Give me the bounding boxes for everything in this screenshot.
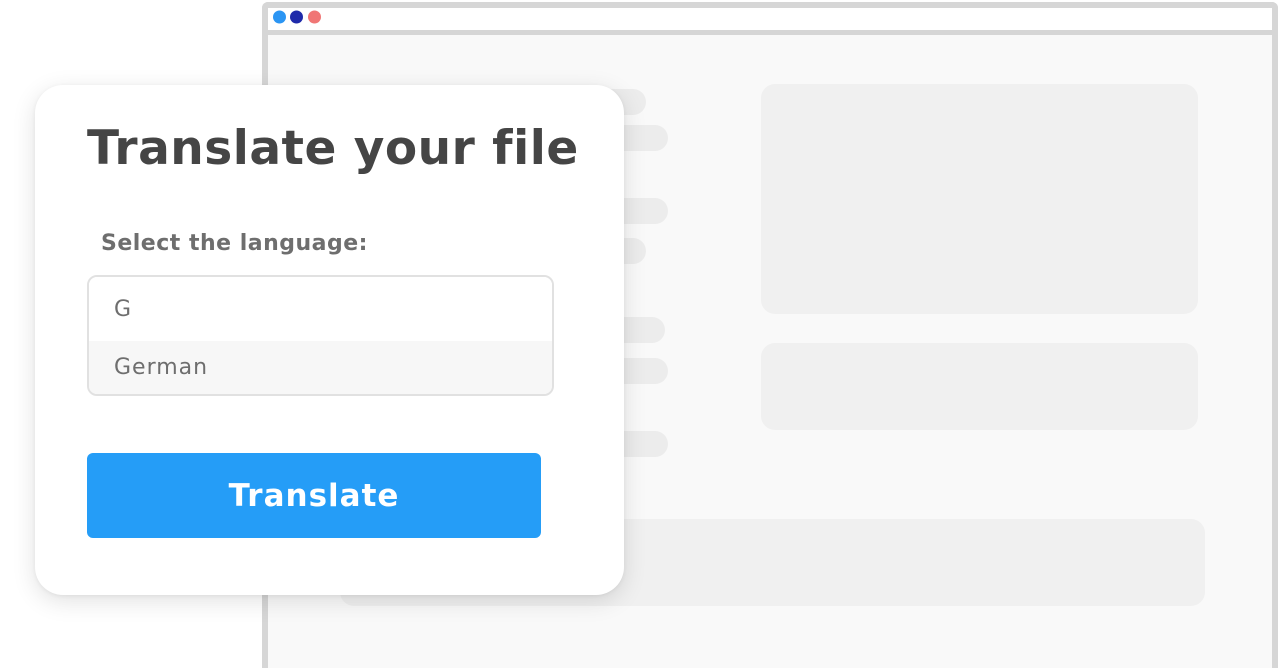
placeholder-panel-large (761, 84, 1198, 314)
language-label: Select the language: (101, 231, 368, 256)
stage: Translate your file Select the language:… (0, 0, 1280, 668)
card-title: Translate your file (87, 121, 579, 176)
translate-file-card: Translate your file Select the language:… (35, 85, 624, 595)
language-combobox: German (87, 275, 554, 396)
translate-button[interactable]: Translate (87, 453, 541, 538)
window-control-red-icon (308, 10, 321, 24)
browser-titlebar (268, 8, 1272, 35)
window-control-blue-icon (273, 10, 286, 24)
window-control-navy-icon (290, 10, 303, 24)
placeholder-panel-small (761, 343, 1198, 430)
language-option-german[interactable]: German (89, 341, 552, 394)
language-search-input[interactable] (89, 277, 552, 341)
